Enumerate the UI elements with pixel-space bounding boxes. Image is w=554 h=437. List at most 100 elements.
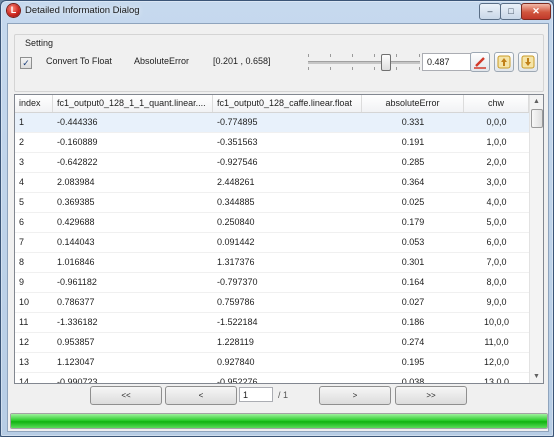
- setting-group-label: Setting: [23, 38, 56, 48]
- abs-error-cell: 0.195: [401, 357, 425, 367]
- slider-tick: [419, 67, 420, 70]
- float-value-cell: -0.797370: [217, 277, 258, 287]
- window-title: Detailed Information Dialog: [25, 5, 140, 16]
- chw-cell: 7,0,0: [486, 257, 507, 267]
- sort-descending-button[interactable]: [518, 52, 538, 72]
- table-row[interactable]: 12 0.953857 1.228119 0.274 11,0,0: [15, 333, 529, 353]
- abs-error-cell: 0.301: [401, 257, 425, 267]
- quant-value-cell: -0.961182: [57, 277, 97, 287]
- table-row[interactable]: 4 2.083984 2.448261 0.364 3,0,0: [15, 173, 529, 193]
- abs-error-cell: 0.179: [401, 217, 425, 227]
- slider-groove: [308, 61, 420, 64]
- previous-page-button[interactable]: <: [165, 386, 237, 405]
- minimize-button[interactable]: –: [479, 3, 501, 20]
- comparison-table[interactable]: index fc1_output0_128_1_1_quant.linear..…: [14, 94, 544, 384]
- table-row[interactable]: 1 -0.444336 -0.774895 0.331 0,0,0: [15, 113, 529, 133]
- chw-cell: 4,0,0: [486, 197, 507, 207]
- scrollbar-thumb[interactable]: [531, 109, 543, 128]
- table-row[interactable]: 2 -0.160889 -0.351563 0.191 1,0,0: [15, 133, 529, 153]
- quant-value-cell: 0.786377: [57, 297, 95, 307]
- progress-fill: [11, 414, 547, 428]
- table-row[interactable]: 10 0.786377 0.759786 0.027 9,0,0: [15, 293, 529, 313]
- last-page-button[interactable]: >>: [395, 386, 467, 405]
- table-row[interactable]: 11 -1.336182 -1.522184 0.186 10,0,0: [15, 313, 529, 333]
- edit-button[interactable]: [470, 52, 490, 72]
- close-button[interactable]: ✕: [521, 3, 551, 20]
- index-cell: 5: [19, 197, 25, 207]
- maximize-button[interactable]: □: [500, 3, 522, 20]
- sort-down-icon: [521, 55, 535, 69]
- chw-cell: 9,0,0: [486, 297, 507, 307]
- chw-cell: 0,0,0: [486, 117, 507, 127]
- threshold-value-input[interactable]: 0.487: [422, 53, 472, 71]
- chw-cell: 6,0,0: [486, 237, 507, 247]
- abs-error-cell: 0.025: [401, 197, 425, 207]
- convert-to-float-checkbox[interactable]: ✓: [20, 57, 32, 69]
- chw-cell: 13,0,0: [483, 377, 510, 384]
- first-page-button[interactable]: <<: [90, 386, 162, 405]
- page-number-input[interactable]: 1: [239, 387, 273, 402]
- slider-tick: [419, 54, 420, 57]
- threshold-slider[interactable]: [308, 53, 420, 71]
- quant-value-cell: 0.953857: [57, 337, 95, 347]
- table-body: 1 -0.444336 -0.774895 0.331 0,0,0 2 -0.160889 -…: [15, 113, 529, 384]
- float-value-cell: 0.091442: [217, 237, 255, 247]
- scroll-up-arrow-icon[interactable]: ▲: [530, 95, 543, 108]
- index-cell: 11: [19, 317, 29, 327]
- column-header-index[interactable]: index: [15, 95, 53, 112]
- index-cell: 6: [19, 217, 25, 227]
- float-value-cell: -0.952276: [217, 377, 258, 384]
- chw-cell: 3,0,0: [486, 177, 507, 187]
- index-cell: 2: [19, 137, 25, 147]
- table-row[interactable]: 8 1.016846 1.317376 0.301 7,0,0: [15, 253, 529, 273]
- quant-value-cell: 1.016846: [57, 257, 95, 267]
- scroll-down-arrow-icon[interactable]: ▼: [530, 370, 543, 383]
- table-row[interactable]: 13 1.123047 0.927840 0.195 12,0,0: [15, 353, 529, 373]
- index-cell: 7: [19, 237, 25, 247]
- quant-value-cell: -0.160889: [57, 137, 98, 147]
- quant-value-cell: -0.642822: [57, 157, 98, 167]
- next-page-button[interactable]: >: [319, 386, 391, 405]
- column-header-float[interactable]: fc1_output0_128_caffe.linear.float: [213, 95, 362, 112]
- column-header-chw[interactable]: chw: [464, 95, 529, 112]
- float-value-cell: 2.448261: [217, 177, 255, 187]
- table-row[interactable]: 7 0.144043 0.091442 0.053 6,0,0: [15, 233, 529, 253]
- float-value-cell: 1.228119: [217, 337, 254, 347]
- chw-cell: 12,0,0: [483, 357, 510, 367]
- sort-up-icon: [497, 55, 511, 69]
- dialog-window: L Detailed Information Dialog – □ ✕ Sett…: [0, 0, 554, 437]
- index-cell: 13: [19, 357, 30, 367]
- convert-to-float-label[interactable]: Convert To Float: [46, 56, 112, 66]
- chw-cell: 10,0,0: [483, 317, 510, 327]
- table-row[interactable]: 14 -0.990723 -0.952276 0.038 13,0,0: [15, 373, 529, 384]
- page-total-label: / 1: [278, 390, 289, 400]
- vertical-scrollbar[interactable]: ▲ ▼: [529, 95, 543, 383]
- float-value-cell: -1.522184: [217, 317, 258, 327]
- index-cell: 4: [19, 177, 25, 187]
- abs-error-cell: 0.027: [401, 297, 425, 307]
- progress-bar: [10, 413, 548, 429]
- slider-handle[interactable]: [381, 54, 391, 71]
- float-value-cell: 0.250840: [217, 217, 255, 227]
- float-value-cell: 1.317376: [217, 257, 255, 267]
- chw-cell: 1,0,0: [486, 137, 507, 147]
- error-range-text: [0.201 , 0.658]: [213, 56, 271, 66]
- table-row[interactable]: 3 -0.642822 -0.927546 0.285 2,0,0: [15, 153, 529, 173]
- title-bar[interactable]: L Detailed Information Dialog – □ ✕: [1, 1, 553, 21]
- table-row[interactable]: 5 0.369385 0.344885 0.025 4,0,0: [15, 193, 529, 213]
- quant-value-cell: -1.336182: [57, 317, 98, 327]
- dialog-client-area: Setting ✓ Convert To Float AbsoluteError…: [7, 23, 549, 432]
- table-row[interactable]: 9 -0.961182 -0.797370 0.164 8,0,0: [15, 273, 529, 293]
- column-header-abs-error[interactable]: absoluteError: [362, 95, 464, 112]
- slider-tick: [330, 67, 331, 70]
- float-value-cell: 0.344885: [217, 197, 255, 207]
- slider-tick: [352, 67, 353, 70]
- quant-value-cell: 0.369385: [57, 197, 95, 207]
- quant-value-cell: 0.429688: [57, 217, 95, 227]
- abs-error-cell: 0.274: [401, 337, 425, 347]
- table-row[interactable]: 6 0.429688 0.250840 0.179 5,0,0: [15, 213, 529, 233]
- float-value-cell: -0.351563: [217, 137, 258, 147]
- column-header-quant[interactable]: fc1_output0_128_1_1_quant.linear....: [53, 95, 213, 112]
- sort-ascending-button[interactable]: [494, 52, 514, 72]
- float-value-cell: -0.774895: [217, 117, 258, 127]
